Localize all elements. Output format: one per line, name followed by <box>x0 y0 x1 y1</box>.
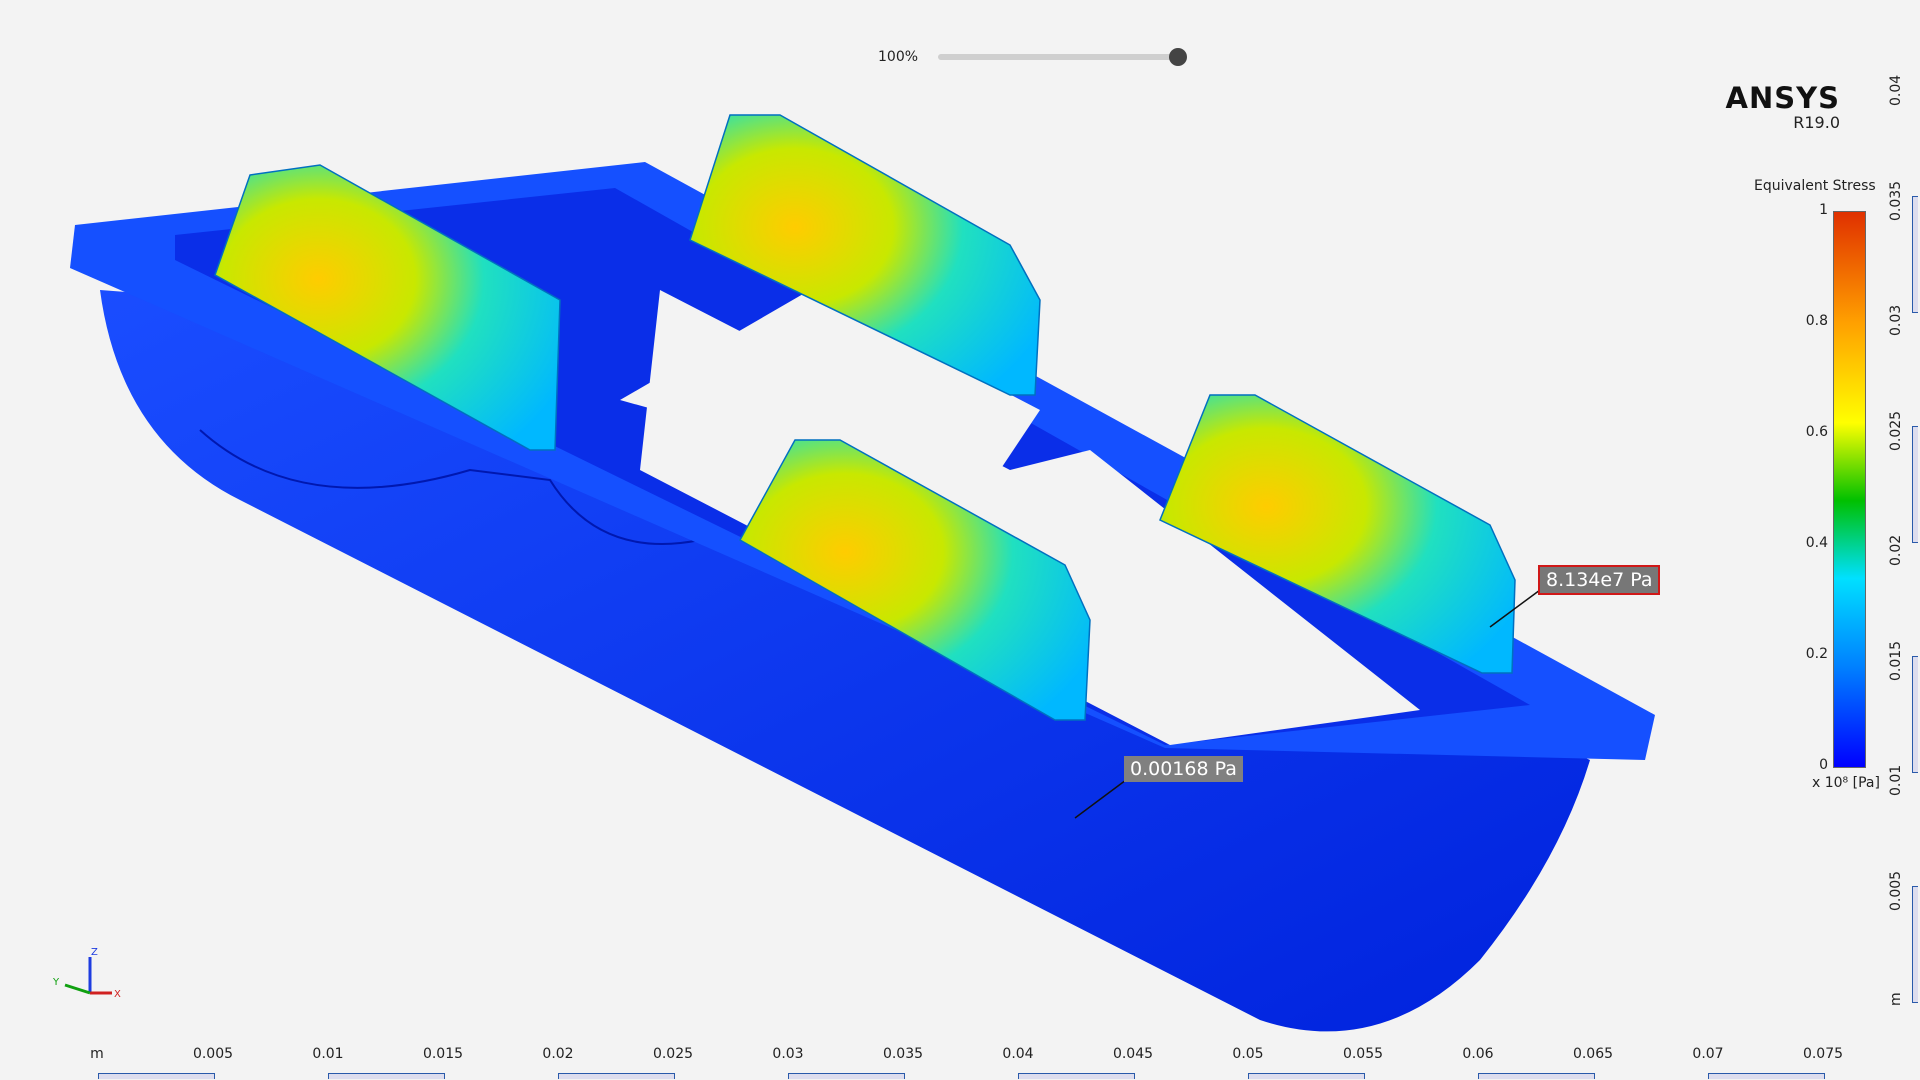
ruler-y-tick-label: 0.03 <box>1888 304 1904 336</box>
model-viewport[interactable] <box>0 0 1920 1080</box>
legend-tick-label: 0.8 <box>1805 313 1828 329</box>
ruler-y-tick-label: 0.025 <box>1888 410 1904 451</box>
ruler-y-tick-label: 0.01 <box>1888 764 1904 796</box>
ruler-x-tick-label: 0.055 <box>1342 1046 1384 1062</box>
ruler-x-segment <box>98 1073 215 1079</box>
ruler-y-tick-label: 0.035 <box>1888 180 1904 221</box>
ruler-x-segment <box>1478 1073 1595 1079</box>
ruler-x-tick-label: 0.005 <box>192 1046 234 1062</box>
ruler-x-tick-label: 0.065 <box>1572 1046 1614 1062</box>
ruler-x-segment <box>1708 1073 1825 1079</box>
ruler-x-tick-label: 0.015 <box>422 1046 464 1062</box>
axis-triad-icon[interactable]: Z X Y <box>50 945 130 1005</box>
ruler-x-tick-label: 0.05 <box>1232 1046 1264 1062</box>
vertical-ruler: m 0.04 0.035 0.03 0.025 0.02 0.015 0.01 0.005 <box>1880 0 1920 1040</box>
triad-z-label: Z <box>91 947 98 958</box>
ruler-y-tick-label: 0.02 <box>1888 534 1904 566</box>
legend-unit: x 10⁸ [Pa] <box>1812 775 1880 791</box>
legend-tick-label: 0.2 <box>1805 646 1828 662</box>
horizontal-ruler: m 0.005 0.01 0.015 0.02 0.025 0.03 0.035 0.04 0.… <box>0 1042 1920 1080</box>
ruler-x-tick-label: 0.02 <box>542 1046 574 1062</box>
ruler-y-tick-label: 0.015 <box>1888 640 1904 681</box>
ruler-x-unit: m <box>90 1046 104 1062</box>
legend-tick-label: 0.4 <box>1805 535 1828 551</box>
ruler-x-tick-label: 0.04 <box>1002 1046 1034 1062</box>
triad-y-label: Y <box>52 977 60 988</box>
zoom-slider-track[interactable] <box>938 54 1178 60</box>
ruler-x-tick-label: 0.045 <box>1112 1046 1154 1062</box>
ruler-y-unit: m <box>1888 992 1904 1006</box>
ruler-x-segment <box>1018 1073 1135 1079</box>
ruler-x-segment <box>558 1073 675 1079</box>
max-probe-label[interactable]: 8.134e7 Pa <box>1538 565 1661 595</box>
ruler-y-segment <box>1912 196 1918 313</box>
ruler-y-tick-label: 0.04 <box>1888 74 1904 106</box>
triad-x-label: X <box>114 989 121 1000</box>
ruler-y-segment <box>1912 426 1918 543</box>
legend-tick-label: 1 <box>1819 202 1828 218</box>
legend-tick-label: 0 <box>1819 757 1828 773</box>
legend-tick-label: 0.6 <box>1805 424 1828 440</box>
legend-color-bar <box>1833 211 1866 768</box>
stress-contour-model[interactable] <box>0 0 1920 1080</box>
ruler-x-segment <box>328 1073 445 1079</box>
ansys-logo: ANSYS R19.0 <box>1725 81 1841 133</box>
ruler-x-tick-label: 0.03 <box>772 1046 804 1062</box>
ruler-y-segment <box>1912 886 1918 1003</box>
ruler-x-segment <box>1248 1073 1365 1079</box>
zoom-label: 100% <box>878 49 919 65</box>
zoom-slider-thumb[interactable] <box>1169 48 1187 66</box>
legend-title: Equivalent Stress <box>1754 178 1876 194</box>
ruler-x-tick-label: 0.025 <box>652 1046 694 1062</box>
ruler-y-tick-label: 0.005 <box>1888 870 1904 911</box>
ruler-x-tick-label: 0.075 <box>1802 1046 1844 1062</box>
ruler-x-tick-label: 0.035 <box>882 1046 924 1062</box>
ruler-x-tick-label: 0.06 <box>1462 1046 1494 1062</box>
logo-brand: ANSYS <box>1725 81 1840 115</box>
min-probe-label[interactable]: 0.00168 Pa <box>1124 756 1243 782</box>
ruler-x-segment <box>788 1073 905 1079</box>
ruler-x-tick-label: 0.01 <box>312 1046 344 1062</box>
ruler-x-tick-label: 0.07 <box>1692 1046 1724 1062</box>
ruler-y-segment <box>1912 656 1918 773</box>
logo-version: R19.0 <box>1793 113 1840 132</box>
